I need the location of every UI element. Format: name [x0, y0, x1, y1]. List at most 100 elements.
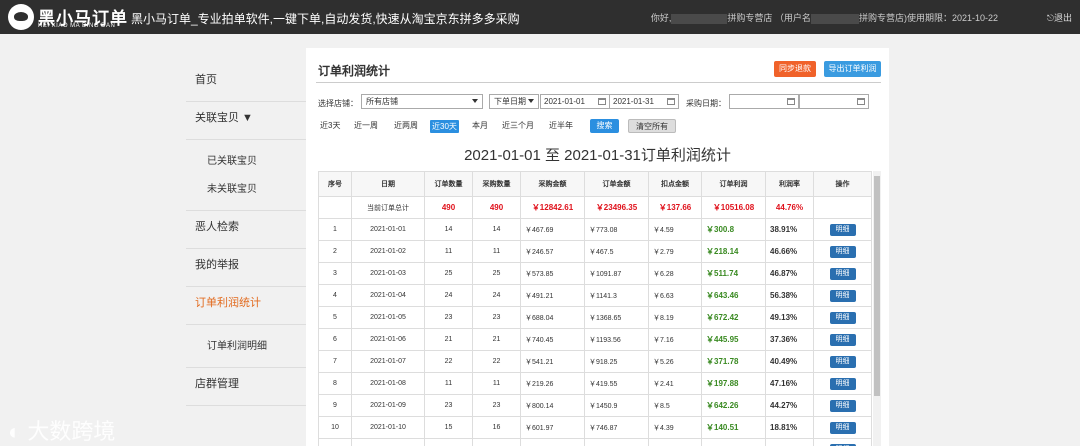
- table-cell: ￥1450.9: [584, 394, 649, 417]
- detail-button[interactable]: 明细: [829, 311, 856, 324]
- table-cell: 22: [424, 350, 473, 373]
- table-cell: ￥467.5: [584, 240, 649, 263]
- search-button[interactable]: 搜索: [590, 119, 619, 133]
- detail-button[interactable]: 明细: [829, 355, 856, 368]
- table-scrollbar[interactable]: [873, 171, 881, 446]
- table-cell: ￥5.26: [648, 350, 702, 373]
- redacted-shop-name: [671, 13, 728, 24]
- table-cell: ￥140.51: [701, 416, 766, 439]
- order-date-from[interactable]: 2021-01-01: [540, 94, 610, 109]
- col-header[interactable]: 利润率: [765, 171, 814, 197]
- date-type-value: 下单日期: [494, 97, 526, 106]
- detail-button[interactable]: 明细: [829, 377, 856, 390]
- sidebar-item-linked[interactable]: 已关联宝贝: [186, 148, 306, 176]
- table-cell: 25: [472, 262, 521, 285]
- top-bar: 黑小马订单 HEI XIAO MA DING DAN 黑小马订单_专业拍单软件,…: [0, 0, 1080, 34]
- clear-all-button[interactable]: 清空所有: [628, 119, 676, 133]
- detail-button[interactable]: 明细: [829, 223, 856, 236]
- store-label: 选择店铺：: [318, 99, 358, 108]
- col-header[interactable]: 订单数量: [424, 171, 473, 197]
- detail-button[interactable]: 明细: [829, 289, 856, 302]
- export-button[interactable]: 导出订单利润: [824, 61, 881, 77]
- table-cell: 56.38%: [765, 284, 814, 307]
- col-header[interactable]: 扣点金额: [648, 171, 702, 197]
- calendar-icon: [787, 98, 795, 105]
- purchase-date-to[interactable]: [799, 94, 869, 109]
- detail-button[interactable]: 明细: [829, 245, 856, 258]
- table-cell: 23: [472, 306, 521, 329]
- logout-link[interactable]: ⎋退出: [1047, 11, 1072, 24]
- action-cell: 明细: [813, 372, 872, 395]
- table-cell: ￥11.32: [648, 438, 702, 446]
- table-cell: ￥1091.87: [584, 262, 649, 285]
- date-type-select[interactable]: 下单日期: [489, 94, 539, 109]
- detail-button[interactable]: 明细: [829, 399, 856, 412]
- detail-button[interactable]: 明细: [829, 333, 856, 346]
- table-cell: 40.49%: [765, 350, 814, 373]
- order-date-to[interactable]: 2021-01-31: [609, 94, 679, 109]
- range-3-days[interactable]: 近3天: [320, 120, 340, 131]
- logo[interactable]: 黑小马订单 HEI XIAO MA DING DAN: [8, 4, 127, 32]
- title-divider: [316, 82, 881, 83]
- sidebar-item-home[interactable]: 首页: [186, 64, 306, 102]
- store-select[interactable]: 所有店铺: [361, 94, 483, 109]
- action-cell: 明细: [813, 284, 872, 307]
- table-cell: 38.91%: [765, 218, 814, 241]
- detail-button[interactable]: 明细: [829, 267, 856, 280]
- table-cell: 34: [472, 438, 521, 446]
- table-cell: ￥491.21: [520, 284, 585, 307]
- summary-cell: 44.76%: [765, 196, 814, 219]
- table-cell: 2021-01-06: [351, 328, 425, 351]
- sidebar-item-order-profit-detail[interactable]: 订单利润明细: [186, 333, 306, 361]
- col-header[interactable]: 序号: [318, 171, 352, 197]
- sidebar-item-linked-products[interactable]: 关联宝贝 ▼: [186, 102, 306, 140]
- range-this-month[interactable]: 本月: [472, 120, 488, 131]
- profit-submenu: 订单利润明细: [186, 325, 306, 368]
- col-header[interactable]: 采购金额: [520, 171, 585, 197]
- col-header[interactable]: 采购数量: [472, 171, 521, 197]
- expiry-label: 使用期限：: [906, 13, 952, 23]
- table-cell: ￥541.21: [520, 350, 585, 373]
- table-cell: 22: [472, 350, 521, 373]
- redacted-username: [810, 13, 859, 24]
- sidebar-item-unlinked[interactable]: 未关联宝贝: [186, 176, 306, 204]
- range-30-days[interactable]: 近30天: [430, 120, 459, 133]
- table-cell: 15: [424, 416, 473, 439]
- table-cell: 2021-01-09: [351, 394, 425, 417]
- col-header[interactable]: 订单利润: [701, 171, 766, 197]
- sidebar-item-bad-buyer-search[interactable]: 恶人检索: [186, 211, 306, 249]
- summary-row: 当前订单总计 490 490 ￥12842.61 ￥23496.35 ￥137.…: [318, 196, 872, 219]
- table-cell: ￥688.04: [520, 306, 585, 329]
- range-2-weeks[interactable]: 近两周: [394, 120, 418, 131]
- table-cell: ￥1368.65: [584, 306, 649, 329]
- sync-refund-button[interactable]: 同步退款: [774, 61, 816, 77]
- scrollbar-thumb[interactable]: [874, 176, 880, 396]
- order-date-to-value: 2021-01-31: [613, 97, 654, 106]
- purchase-date-from[interactable]: [729, 94, 799, 109]
- user-prefix: （用户名: [774, 13, 811, 23]
- range-1-week[interactable]: 近一周: [354, 120, 378, 131]
- table-cell: 24: [472, 284, 521, 307]
- table-cell: 5: [318, 306, 352, 329]
- table-cell: 11: [472, 240, 521, 263]
- action-cell: 明细: [813, 438, 872, 446]
- col-header[interactable]: 订单金额: [584, 171, 649, 197]
- horse-logo-icon: [8, 4, 34, 30]
- range-half-year[interactable]: 近半年: [549, 120, 573, 131]
- table-row: 5 2021-01-05 23 23 ￥688.04 ￥1368.65 ￥8.19 ￥672.…: [318, 306, 872, 329]
- report-title: 2021-01-01 至 2021-01-31订单利润统计: [464, 147, 731, 164]
- sidebar-item-order-profit-stats[interactable]: 订单利润统计: [186, 287, 306, 325]
- table-row: 6 2021-01-06 21 21 ￥740.45 ￥1193.56 ￥7.16 ￥445.…: [318, 328, 872, 351]
- table-cell: 1: [318, 218, 352, 241]
- sidebar-item-store-group[interactable]: 店群管理: [186, 368, 306, 406]
- summary-cell: [318, 196, 352, 219]
- summary-cell: 当前订单总计: [351, 196, 425, 219]
- table-cell: ￥2.41: [648, 372, 702, 395]
- sidebar-item-my-reports[interactable]: 我的举报: [186, 249, 306, 287]
- table-cell: ￥642.26: [701, 394, 766, 417]
- chevron-down-icon: [472, 99, 478, 103]
- detail-button[interactable]: 明细: [829, 421, 856, 434]
- col-header[interactable]: 日期: [351, 171, 425, 197]
- range-3-months[interactable]: 近三个月: [502, 120, 534, 131]
- table-cell: 2021-01-10: [351, 416, 425, 439]
